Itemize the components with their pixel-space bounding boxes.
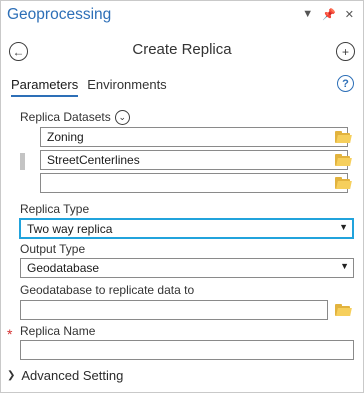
replica-datasets-label: Replica Datasets ⌄ — [20, 110, 130, 126]
folder-icon[interactable] — [335, 177, 352, 189]
output-type-value: Geodatabase — [27, 261, 100, 275]
add-icon[interactable]: + — [336, 42, 355, 61]
replica-dataset-combo[interactable]: StreetCenterlines ▼ — [40, 150, 348, 170]
replica-type-value: Two way replica — [27, 222, 113, 236]
tab-bar: Parameters Environments — [11, 77, 167, 97]
help-icon[interactable]: ? — [337, 75, 354, 92]
replica-dataset-combo[interactable]: ▼ — [40, 173, 348, 193]
folder-icon[interactable] — [335, 154, 352, 166]
tool-header: ← Create Replica + — [0, 38, 364, 64]
dropdown-caret-icon[interactable]: ▼ — [340, 261, 349, 271]
replica-dataset-row: StreetCenterlines ▼ — [20, 150, 360, 172]
geodatabase-input[interactable] — [20, 300, 328, 320]
close-icon[interactable]: ✕ — [345, 8, 354, 21]
replica-dataset-row: Zoning ▼ — [20, 127, 360, 149]
tab-environments[interactable]: Environments — [87, 77, 166, 97]
pane-title: Geoprocessing — [7, 6, 112, 23]
output-type-label: Output Type — [20, 242, 86, 256]
advanced-setting-label: Advanced Setting — [21, 368, 124, 383]
pane-options-icon[interactable]: ▼ — [302, 8, 313, 21]
replica-type-label: Replica Type — [20, 202, 90, 216]
tab-parameters[interactable]: Parameters — [11, 77, 79, 97]
replica-dataset-row: ▼ — [20, 173, 360, 195]
dropdown-caret-icon[interactable]: ▼ — [339, 222, 348, 232]
replica-name-input[interactable] — [20, 340, 354, 360]
drag-handle-icon[interactable] — [20, 153, 25, 170]
geodatabase-label: Geodatabase to replicate data to — [20, 283, 195, 297]
folder-icon[interactable] — [335, 304, 352, 316]
replica-datasets-label-text: Replica Datasets — [20, 110, 111, 124]
replica-name-label: Replica Name — [20, 324, 96, 338]
pane-header-controls: ▼ 📌 ✕ — [302, 8, 354, 21]
output-type-select[interactable]: Geodatabase ▼ — [20, 258, 354, 278]
advanced-setting-expander[interactable]: ❯ Advanced Setting — [7, 368, 123, 383]
replica-type-select[interactable]: Two way replica ▼ — [19, 218, 354, 239]
tool-title: Create Replica — [132, 41, 232, 58]
replica-dataset-value: StreetCenterlines — [47, 153, 140, 167]
chevron-right-icon: ❯ — [7, 370, 16, 381]
replica-dataset-combo[interactable]: Zoning ▼ — [40, 127, 348, 147]
chevron-down-icon[interactable]: ⌄ — [114, 110, 130, 126]
folder-icon[interactable] — [335, 131, 352, 143]
required-marker: * — [7, 326, 13, 342]
replica-dataset-value: Zoning — [47, 130, 84, 144]
pane-header: Geoprocessing ▼ 📌 ✕ — [0, 0, 364, 31]
pin-icon[interactable]: 📌 — [322, 8, 336, 21]
